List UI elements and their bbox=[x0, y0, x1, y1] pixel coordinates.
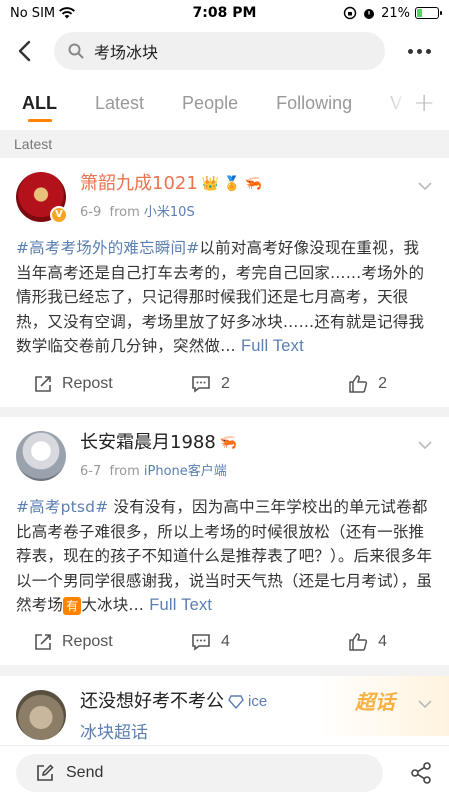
post-hashtag[interactable]: #高考考场外的难忘瞬间# bbox=[16, 239, 199, 257]
comment-button[interactable]: 4 bbox=[152, 633, 270, 651]
fan-badge-icon: 🦐 bbox=[219, 435, 238, 451]
repost-button[interactable]: Repost bbox=[0, 633, 152, 651]
post-actions: Repost 4 4 bbox=[0, 619, 449, 665]
highlight-mark: 有 bbox=[63, 597, 82, 615]
share-icon[interactable] bbox=[409, 761, 433, 785]
post-hashtag[interactable]: #高考ptsd# bbox=[16, 498, 108, 516]
chevron-down-icon[interactable] bbox=[417, 178, 433, 194]
search-header: 考场冰块 bbox=[0, 26, 449, 76]
post-username[interactable]: 箫韶九成1021 bbox=[80, 172, 198, 196]
tab-people[interactable]: People bbox=[182, 79, 238, 128]
status-time: 7:08 PM bbox=[192, 5, 257, 21]
avatar[interactable] bbox=[16, 431, 66, 481]
tab-latest[interactable]: Latest bbox=[95, 79, 144, 128]
post-actions: Repost 2 2 bbox=[0, 361, 449, 407]
post-from-label: from bbox=[109, 205, 140, 220]
fan-badge-icon: 🦐 bbox=[244, 176, 263, 192]
post-text: #高考ptsd# 没有没有，因为高中三年学校出的单元试卷都比高考卷子难很多，所以… bbox=[16, 498, 433, 615]
more-options-button[interactable] bbox=[399, 48, 439, 54]
medal-badge-icon: 🏅 bbox=[223, 176, 241, 192]
compose-bar: Send bbox=[0, 745, 449, 800]
search-query: 考场冰块 bbox=[94, 43, 159, 62]
search-icon bbox=[68, 43, 84, 59]
post-source: 小米10S bbox=[143, 205, 195, 220]
edit-icon bbox=[37, 764, 54, 781]
repost-icon bbox=[35, 376, 51, 392]
thumbs-up-icon bbox=[349, 633, 368, 651]
search-input[interactable]: 考场冰块 bbox=[54, 32, 385, 70]
post-username[interactable]: 还没想好考不考公 bbox=[80, 690, 224, 714]
wifi-icon bbox=[59, 7, 76, 19]
thumbs-up-icon bbox=[349, 375, 368, 393]
comment-button[interactable]: 2 bbox=[152, 375, 270, 393]
post-text: #高考考场外的难忘瞬间#以前对高考好像没现在重视，我当年高考还是自己打车去考的，… bbox=[16, 239, 425, 355]
filter-tabs: ALL Latest People Following V + bbox=[0, 76, 449, 130]
repost-icon bbox=[35, 634, 51, 650]
member-badge-text: ice bbox=[248, 693, 268, 710]
battery-percent: 21% bbox=[381, 5, 410, 21]
alarm-icon bbox=[364, 9, 375, 19]
full-text-link[interactable]: Full Text bbox=[241, 337, 304, 355]
comment-icon bbox=[192, 376, 210, 393]
rotation-lock-icon bbox=[343, 6, 357, 20]
crown-badge-icon: 👑 bbox=[201, 176, 220, 192]
status-bar: No SIM 7:08 PM 21% bbox=[0, 0, 449, 26]
chevron-down-icon[interactable] bbox=[417, 437, 433, 453]
tab-all[interactable]: ALL bbox=[22, 79, 57, 128]
post-from-label: from bbox=[109, 464, 140, 479]
comment-icon bbox=[192, 634, 210, 651]
post-username[interactable]: 长安霜晨月1988 bbox=[80, 431, 216, 455]
tab-following[interactable]: Following bbox=[276, 79, 352, 128]
carrier-label: No SIM bbox=[10, 5, 56, 21]
back-arrow-icon bbox=[18, 40, 31, 62]
chevron-down-icon[interactable] bbox=[417, 696, 433, 712]
full-text-link[interactable]: Full Text bbox=[149, 596, 212, 614]
like-button[interactable]: 4 bbox=[269, 632, 449, 652]
post-date: 6-9 bbox=[80, 205, 102, 220]
repost-button[interactable]: Repost bbox=[0, 375, 152, 393]
verified-badge-icon: V bbox=[50, 206, 68, 224]
more-dots-icon bbox=[407, 48, 413, 54]
avatar[interactable]: V bbox=[16, 172, 68, 224]
battery-icon bbox=[415, 7, 442, 19]
avatar[interactable] bbox=[16, 690, 66, 740]
post-card[interactable]: V 箫韶九成1021 👑 🏅 🦐 6-9 from 小米10S #高考考场外的难… bbox=[0, 158, 449, 407]
like-button[interactable]: 2 bbox=[269, 374, 449, 394]
back-button[interactable] bbox=[10, 31, 38, 71]
post-card[interactable]: 长安霜晨月1988 🦐 6-7 from iPhone客户端 #高考ptsd# … bbox=[0, 417, 449, 665]
post-date: 6-7 bbox=[80, 464, 102, 479]
send-post-button[interactable]: Send bbox=[16, 754, 383, 792]
post-source: iPhone客户端 bbox=[143, 464, 227, 479]
diamond-badge-icon bbox=[228, 695, 244, 709]
add-tab-icon[interactable]: + bbox=[413, 90, 435, 116]
section-label: Latest bbox=[14, 136, 53, 152]
